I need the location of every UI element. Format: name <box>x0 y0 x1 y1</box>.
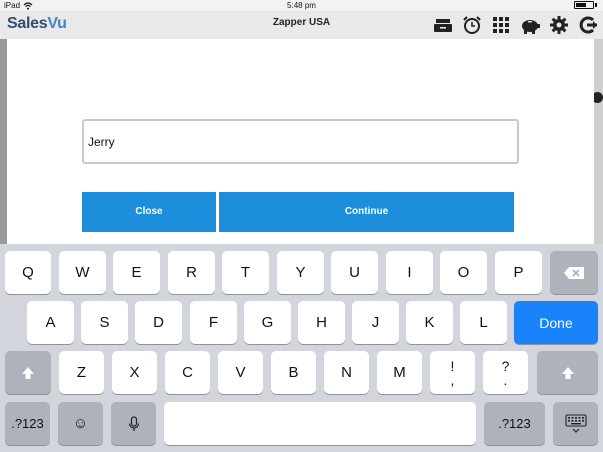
key-question-period[interactable]: ? . <box>483 351 528 394</box>
emoji-key[interactable]: ☺ <box>58 402 103 445</box>
logout-icon[interactable] <box>577 14 599 36</box>
dictation-key[interactable] <box>111 402 156 445</box>
key-r[interactable]: R <box>168 251 215 294</box>
key-w[interactable]: W <box>59 251 106 294</box>
numbers-left-key[interactable]: .?123 <box>5 402 50 445</box>
key-h[interactable]: H <box>298 301 345 344</box>
key-v[interactable]: V <box>218 351 263 394</box>
key-j[interactable]: J <box>352 301 399 344</box>
hide-keyboard-key[interactable] <box>553 402 598 445</box>
keyboard-dismiss-icon <box>564 413 587 433</box>
background-panel <box>594 39 603 244</box>
key-comma-bottom: , <box>450 371 455 388</box>
shift-icon <box>561 366 574 379</box>
microphone-icon <box>128 415 139 431</box>
battery-icon <box>574 1 594 9</box>
on-screen-keyboard: Q W E R T Y U I O P A S D F G H J K L Do… <box>0 244 603 452</box>
key-k[interactable]: K <box>406 301 453 344</box>
key-z[interactable]: Z <box>59 351 104 394</box>
key-b[interactable]: B <box>271 351 316 394</box>
backspace-key[interactable] <box>550 251 598 294</box>
key-exclaim-comma[interactable]: ! , <box>430 351 475 394</box>
alarm-clock-icon[interactable] <box>461 14 483 36</box>
key-c[interactable]: C <box>165 351 210 394</box>
shift-left-key[interactable] <box>5 351 51 394</box>
header-toolbar <box>432 14 599 36</box>
key-d[interactable]: D <box>135 301 182 344</box>
key-m[interactable]: M <box>377 351 422 394</box>
close-button[interactable]: Close <box>82 192 216 232</box>
backspace-icon <box>564 266 584 279</box>
gear-icon[interactable] <box>548 14 570 36</box>
key-a[interactable]: A <box>27 301 74 344</box>
emoji-icon: ☺ <box>72 415 89 432</box>
shift-icon <box>22 366 34 379</box>
key-u[interactable]: U <box>331 251 378 294</box>
key-exclaim-top: ! <box>450 357 455 374</box>
status-bar: iPad 5:48 pm <box>0 0 603 11</box>
grid-icon[interactable] <box>490 14 512 36</box>
key-s[interactable]: S <box>81 301 128 344</box>
name-dialog: Close Continue <box>7 39 594 244</box>
name-input[interactable] <box>82 119 519 164</box>
app-header: SalesVu Zapper USA <box>0 11 603 39</box>
key-g[interactable]: G <box>244 301 291 344</box>
status-right <box>574 1 597 9</box>
key-y[interactable]: Y <box>277 251 324 294</box>
space-key[interactable] <box>164 402 476 445</box>
done-key[interactable]: Done <box>514 301 598 344</box>
piggy-bank-icon[interactable] <box>519 14 541 36</box>
key-e[interactable]: E <box>113 251 160 294</box>
key-t[interactable]: T <box>222 251 269 294</box>
key-x[interactable]: X <box>112 351 157 394</box>
key-o[interactable]: O <box>440 251 487 294</box>
status-time: 5:48 pm <box>287 1 316 10</box>
key-q[interactable]: Q <box>5 251 51 294</box>
key-p[interactable]: P <box>495 251 542 294</box>
key-f[interactable]: F <box>190 301 237 344</box>
key-i[interactable]: I <box>386 251 433 294</box>
key-question-top: ? <box>501 357 510 374</box>
cash-drawer-icon[interactable] <box>432 14 454 36</box>
key-n[interactable]: N <box>324 351 369 394</box>
numbers-right-key[interactable]: .?123 <box>484 402 545 445</box>
key-period-bottom: . <box>503 371 508 388</box>
shift-right-key[interactable] <box>537 351 598 394</box>
continue-button[interactable]: Continue <box>219 192 514 232</box>
key-l[interactable]: L <box>460 301 507 344</box>
